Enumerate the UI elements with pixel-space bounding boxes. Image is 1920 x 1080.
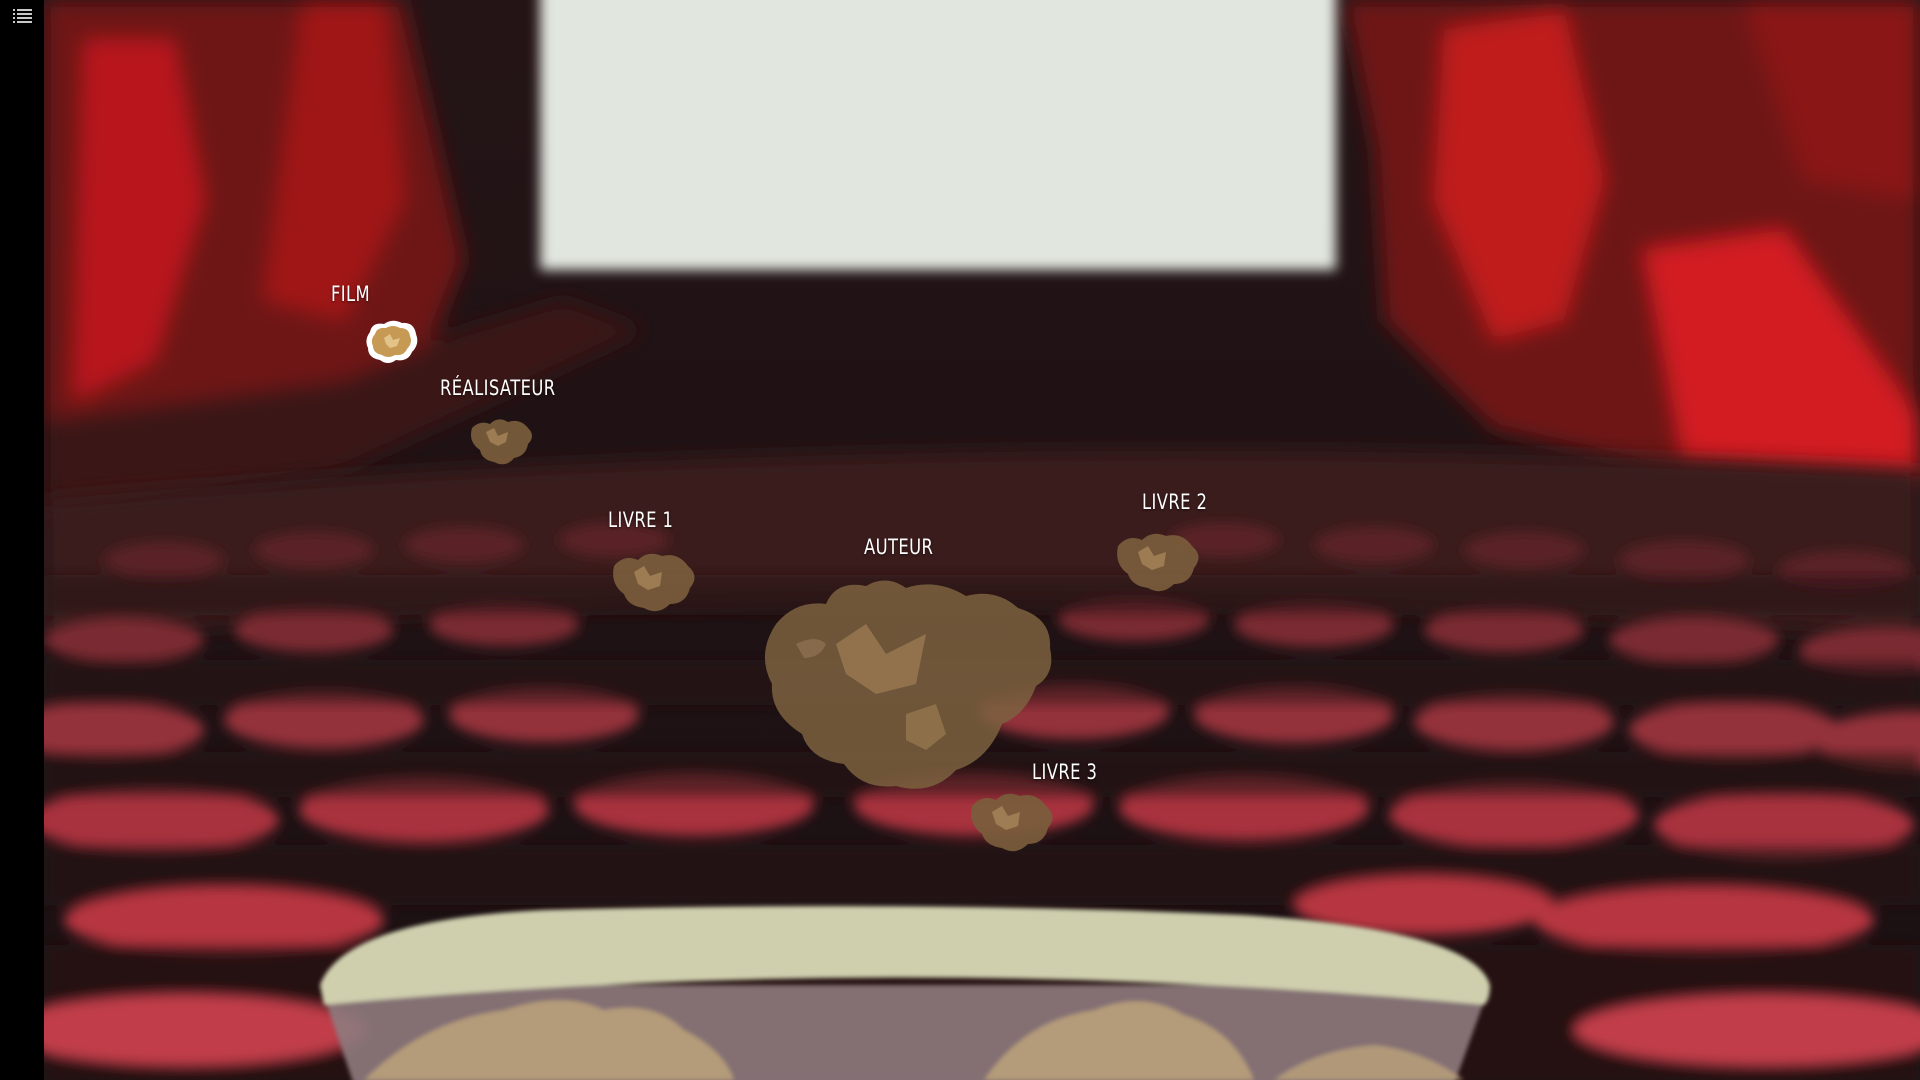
popcorn-kernel-icon[interactable] [610, 548, 700, 616]
node-label-realisateur: RÉALISATEUR [440, 376, 556, 400]
popcorn-kernel-icon[interactable] [362, 318, 422, 366]
node-label-auteur: AUTEUR [864, 535, 934, 559]
cinema-scene: FILM RÉALISATEUR LIVRE 1 AUTEUR LIVRE 2 … [44, 0, 1920, 1080]
popcorn-kernel-icon[interactable] [968, 788, 1058, 856]
sidebar [0, 0, 44, 1080]
node-label-livre2: LIVRE 2 [1142, 490, 1208, 514]
popcorn-kernel-icon[interactable] [468, 414, 538, 468]
node-label-livre1: LIVRE 1 [608, 508, 674, 532]
popcorn-kernel-icon[interactable] [1114, 528, 1204, 596]
popcorn-bucket-icon [320, 906, 1490, 1080]
popcorn-kernel-icon[interactable] [756, 574, 1056, 796]
list-menu-icon[interactable] [12, 6, 34, 26]
node-label-film: FILM [331, 282, 371, 306]
